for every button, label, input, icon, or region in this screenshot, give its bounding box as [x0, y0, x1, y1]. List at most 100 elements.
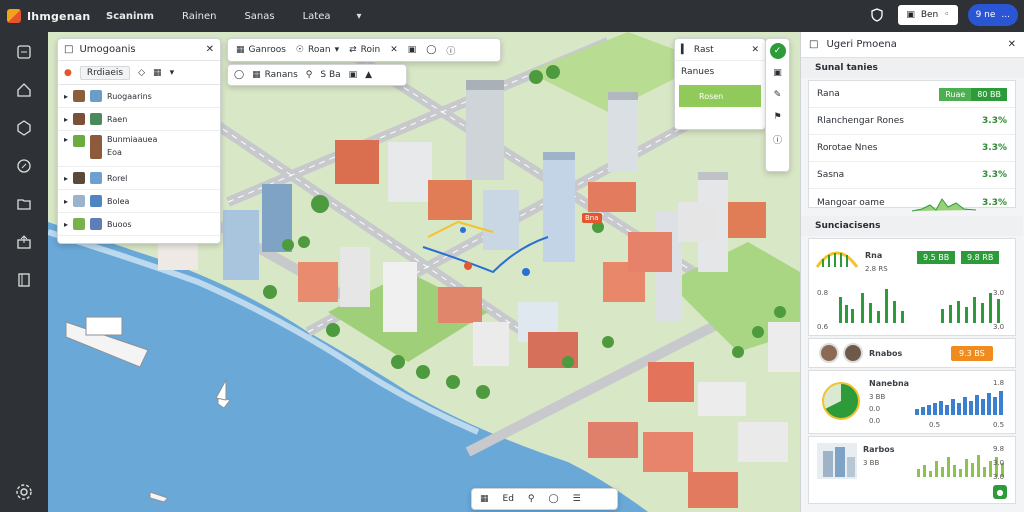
- expand-icon[interactable]: ▸: [64, 220, 68, 229]
- close-icon[interactable]: ✕: [206, 44, 214, 55]
- stat-key: Rana: [817, 89, 840, 99]
- stat-row[interactable]: Rlanchengar Rones 3.3%: [809, 108, 1015, 135]
- close-icon[interactable]: ✕: [1008, 39, 1016, 50]
- avatar[interactable]: [843, 343, 863, 363]
- pin-icon[interactable]: ◇: [138, 68, 145, 78]
- chevron-down-icon[interactable]: ▾: [357, 11, 362, 22]
- bookmark-icon[interactable]: ⚑: [770, 109, 786, 125]
- map-bottom-bar: ▦ Ed ⚲ ◯ ☰: [471, 488, 618, 510]
- pin-icon[interactable]: ⚲: [528, 494, 535, 504]
- list-icon[interactable]: ☰: [573, 494, 581, 504]
- nav-item-1[interactable]: Rainen: [180, 7, 218, 26]
- section-label: Sunal tanies: [801, 58, 1024, 78]
- locate-icon[interactable]: ✓: [769, 43, 786, 59]
- layers-subtoolbar: ● Rrdiaeis ◇ ▦ ▾: [58, 61, 220, 85]
- quick-info-row[interactable]: Ranues: [675, 61, 765, 83]
- expand-icon[interactable]: ▸: [64, 197, 68, 206]
- camera-icon[interactable]: ▣: [349, 70, 358, 80]
- layers-icon[interactable]: ▦: [480, 494, 489, 504]
- quick-info-bar-label: Rosen: [699, 91, 724, 101]
- layer-name: Buoos: [107, 219, 132, 229]
- layer-name: Rorel: [107, 173, 128, 183]
- top-right-tools: ▣ Ben ◦ 9 ne ...: [866, 4, 1018, 26]
- left-rail: [0, 32, 48, 512]
- grid-icon[interactable]: ▦: [153, 68, 162, 78]
- user-menu-button[interactable]: 9 ne ...: [967, 4, 1018, 26]
- expand-icon[interactable]: ▸: [64, 135, 68, 144]
- nav-item-2[interactable]: Sanas: [242, 7, 276, 26]
- share-icon[interactable]: ▲: [365, 70, 372, 80]
- image-icon[interactable]: ▣: [408, 45, 417, 55]
- compass-icon[interactable]: [14, 156, 34, 176]
- expand-icon[interactable]: ▸: [64, 115, 68, 124]
- quick-info-bar[interactable]: Rosen: [679, 85, 761, 107]
- filter-icon[interactable]: ●: [64, 68, 72, 78]
- stat-row[interactable]: Mangoar oame 3.3%: [809, 189, 1015, 216]
- layer-row[interactable]: ▸ Bunmiaauea Eoa: [58, 131, 220, 167]
- layer-row[interactable]: ▸ Buoos: [58, 213, 220, 236]
- layers-icon[interactable]: [14, 118, 34, 138]
- user-label: 9 ne: [975, 10, 996, 20]
- bar-sparkline: [839, 289, 1000, 323]
- close-icon[interactable]: ✕: [751, 45, 759, 55]
- chart-title: Rarbos: [863, 445, 895, 454]
- chevron-down-icon[interactable]: ▾: [170, 68, 175, 78]
- quick-info-header: ▍ Rast ✕: [675, 39, 765, 61]
- nav-item-0[interactable]: Scaninm: [104, 7, 156, 26]
- shield-icon[interactable]: [866, 4, 888, 26]
- panel-icon: □: [809, 39, 819, 50]
- stat-row[interactable]: Rana Ruae 80 BB: [809, 81, 1015, 108]
- folder-icon[interactable]: [14, 194, 34, 214]
- add-icon[interactable]: ●: [993, 485, 1007, 499]
- chart-card-1: Rna 2.8 RS 9.5 BB 9.8 RB 0.8 0.6 3.0 3.0: [808, 238, 1016, 336]
- info-icon[interactable]: ⓘ: [770, 131, 786, 147]
- team-title: Rnabos: [869, 349, 903, 358]
- stat-row[interactable]: Sasna 3.3%: [809, 162, 1015, 189]
- edit-icon[interactable]: ✎: [770, 87, 786, 103]
- stat-row[interactable]: Rorotae Nnes 3.3%: [809, 135, 1015, 162]
- avatar[interactable]: [819, 343, 839, 363]
- app-logo[interactable]: Ihmgenan: [0, 9, 96, 23]
- stat-value: 3.3%: [982, 116, 1007, 126]
- date-button[interactable]: ▣ Ben ◦: [898, 5, 958, 25]
- expand-icon[interactable]: ▸: [64, 174, 68, 183]
- nav-item-3[interactable]: Latea: [301, 7, 333, 26]
- toolbar-item-2[interactable]: ⇄ Roin: [349, 45, 380, 55]
- expand-icon[interactable]: ▸: [64, 92, 68, 101]
- info-icon[interactable]: ◯: [549, 494, 559, 504]
- tools-icon[interactable]: ✕: [390, 45, 398, 55]
- layer-name: Bolea: [107, 196, 130, 206]
- team-badge[interactable]: 9.3 BS: [951, 346, 993, 361]
- toolbar-item-0[interactable]: ▦ Ganroos: [236, 45, 286, 55]
- axis-label: 0.5: [993, 421, 1005, 429]
- axis-label: 0.0: [869, 417, 881, 425]
- target-icon[interactable]: ◯: [426, 45, 436, 55]
- layer-row[interactable]: ▸ Rorel: [58, 167, 220, 190]
- chart-badge: 1.8: [993, 379, 1005, 387]
- settings-gear-icon[interactable]: [14, 482, 34, 502]
- layers-sub-label[interactable]: Rrdiaeis: [79, 65, 131, 80]
- upload-icon[interactable]: [14, 232, 34, 252]
- layer-row[interactable]: ▸ Bolea: [58, 190, 220, 213]
- bottom-label[interactable]: Ed: [503, 494, 514, 504]
- book-icon[interactable]: [14, 270, 34, 290]
- pin-icon[interactable]: ⚲: [306, 70, 313, 80]
- toolbar2-item-0[interactable]: ▦ Ranans: [252, 70, 298, 80]
- document-icon[interactable]: [14, 42, 34, 62]
- layer-thumb: [90, 218, 103, 230]
- layer-thumb: [90, 195, 103, 207]
- quick-info-row-label: Ranues: [681, 67, 715, 77]
- layer-row[interactable]: ▸ Raen: [58, 108, 220, 131]
- toolbar-item-1[interactable]: ☉ Roan ▾: [296, 45, 339, 55]
- image-icon[interactable]: ▣: [770, 65, 786, 81]
- layer-thumb: [73, 172, 86, 184]
- toolbar2-label[interactable]: S Ba: [320, 70, 340, 80]
- date-label: Ben: [920, 10, 939, 20]
- layer-row[interactable]: ▸ Ruogaarins: [58, 85, 220, 108]
- map-marker-tag[interactable]: Bna: [582, 213, 602, 223]
- sparkline: [912, 197, 977, 211]
- info-icon[interactable]: ⓘ: [446, 44, 455, 57]
- home-icon[interactable]: [14, 80, 34, 100]
- stat-badge: 80 BB: [971, 87, 1007, 101]
- location-icon[interactable]: ◯: [234, 70, 244, 80]
